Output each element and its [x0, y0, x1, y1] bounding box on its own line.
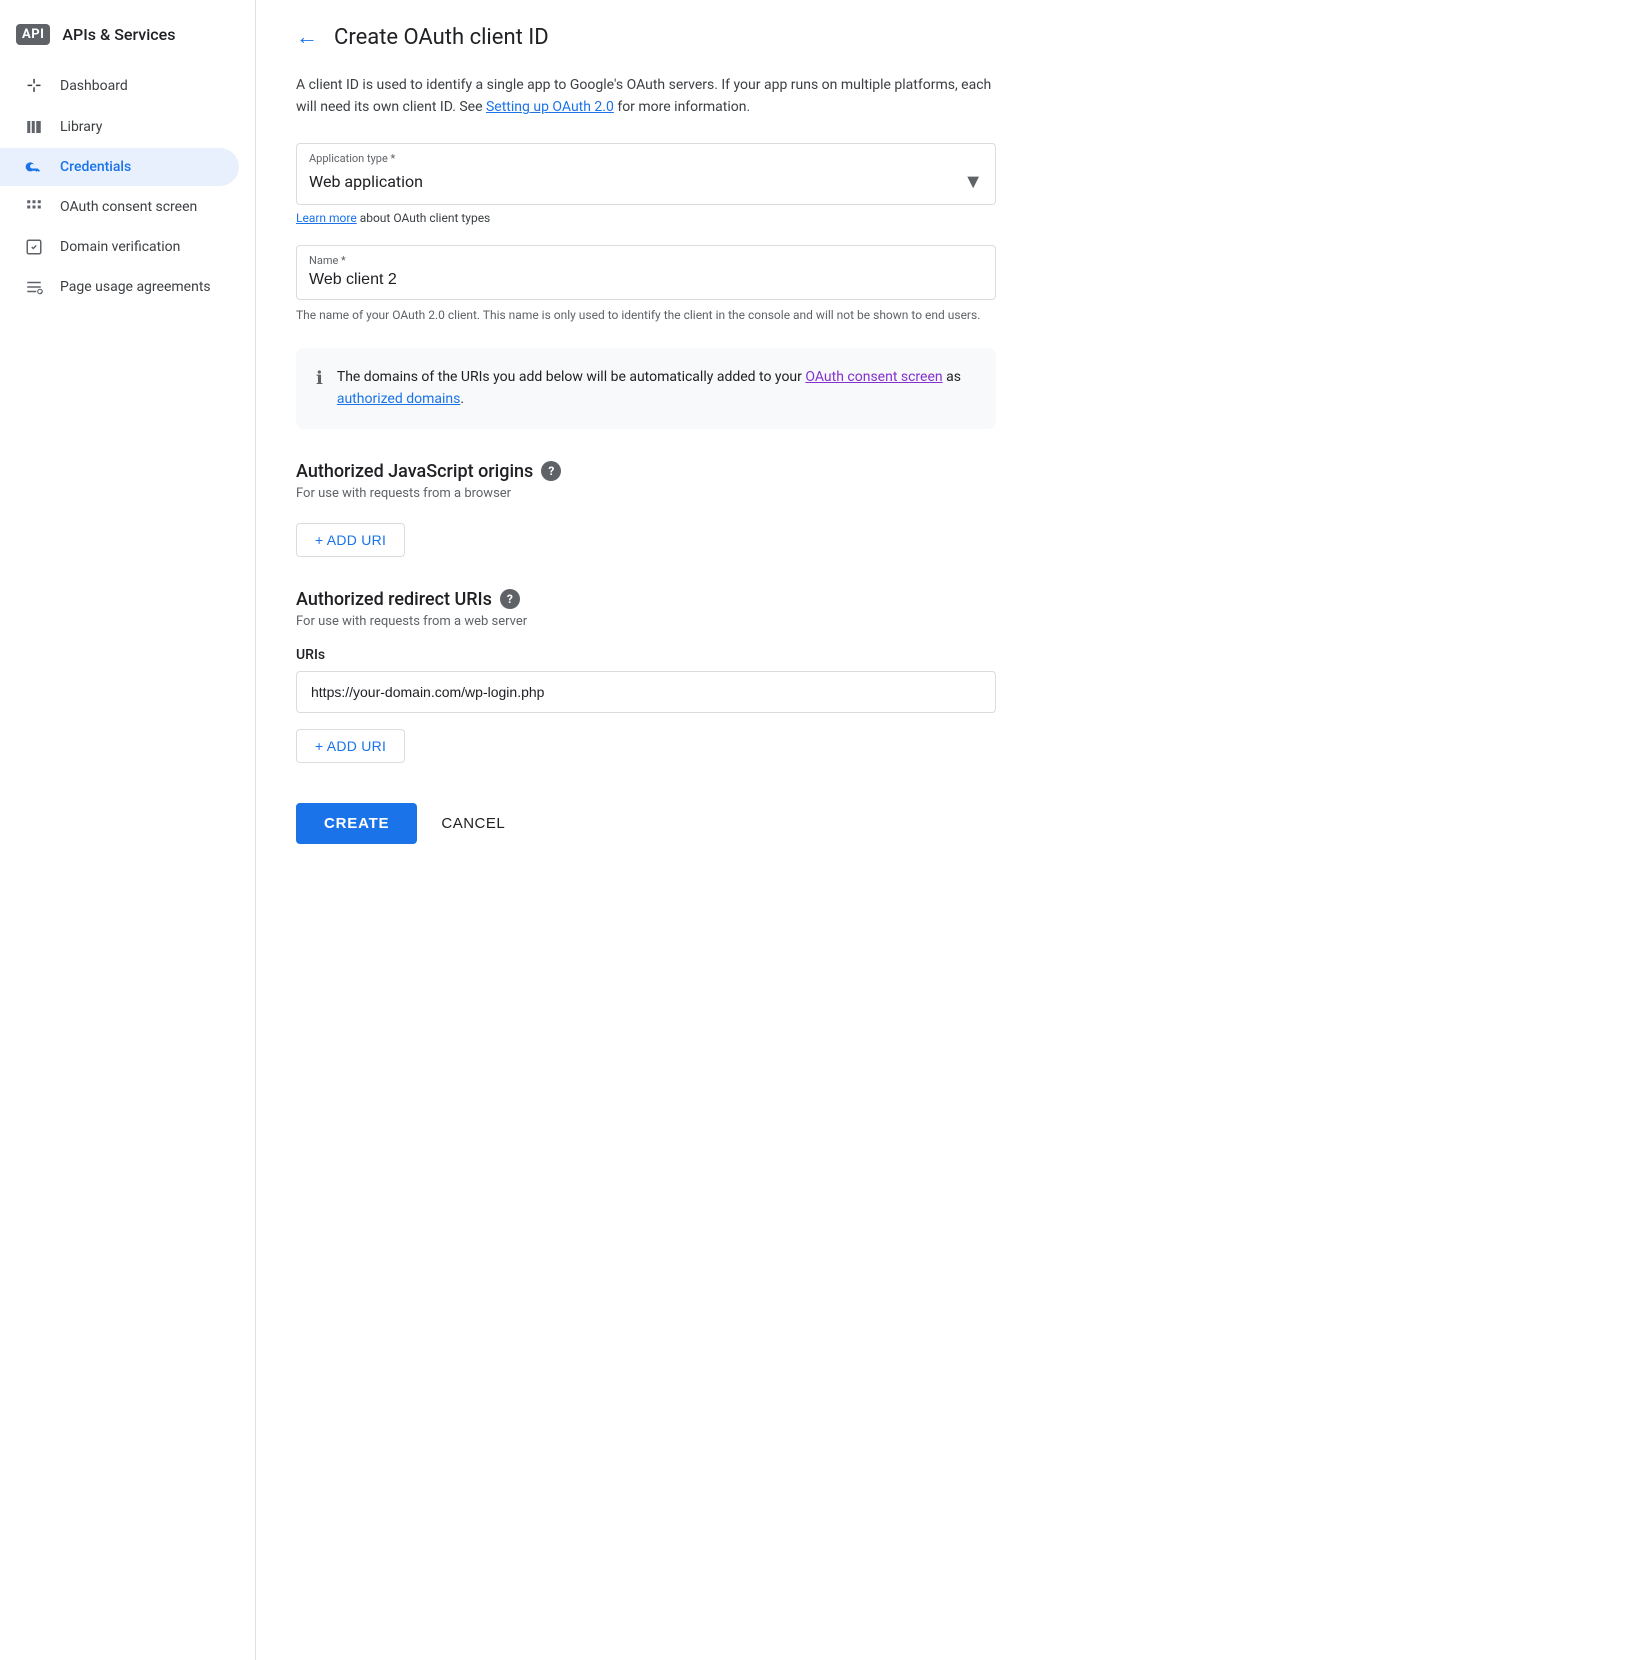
sidebar-item-oauth[interactable]: OAuth consent screen	[0, 188, 239, 226]
sidebar-item-domain[interactable]: Domain verification	[0, 228, 239, 266]
consent-screen-link[interactable]: OAuth consent screen	[805, 369, 942, 385]
page-usage-icon	[24, 278, 44, 296]
redirect-uris-desc: For use with requests from a web server	[296, 614, 996, 629]
redirect-uris-section: Authorized redirect URIs ? For use with …	[296, 589, 996, 763]
app-type-field: Application type * Web application ▼	[296, 143, 996, 205]
sidebar-nav: ⊹ Dashboard Library Credentials OAuth co…	[0, 65, 255, 306]
learn-more-text: Learn more about OAuth client types	[296, 211, 996, 225]
name-label: Name *	[309, 254, 983, 267]
sidebar-item-label: Credentials	[60, 159, 131, 175]
sidebar-title: APIs & Services	[62, 25, 175, 44]
uri-input[interactable]	[296, 671, 996, 713]
description: A client ID is used to identify a single…	[296, 74, 996, 119]
app-type-label: Application type *	[309, 152, 983, 165]
js-origins-title-row: Authorized JavaScript origins ?	[296, 461, 996, 482]
bottom-actions: CREATE CANCEL	[296, 803, 996, 884]
credentials-icon	[24, 158, 44, 176]
info-icon: ℹ	[316, 368, 323, 389]
redirect-uris-title: Authorized redirect URIs	[296, 589, 492, 610]
main-content: ← Create OAuth client ID A client ID is …	[256, 0, 1632, 1660]
info-box: ℹ The domains of the URIs you add below …	[296, 348, 996, 429]
js-origins-title: Authorized JavaScript origins	[296, 461, 533, 482]
info-text-before: The domains of the URIs you add below wi…	[337, 369, 806, 385]
api-logo: API	[16, 24, 50, 45]
page-title: Create OAuth client ID	[334, 25, 549, 50]
name-field: Name *	[296, 245, 996, 300]
sidebar: API APIs & Services ⊹ Dashboard Library …	[0, 0, 256, 1660]
learn-more-link[interactable]: Learn more	[296, 211, 357, 225]
app-type-value: Web application	[309, 172, 423, 191]
oauth-setup-link[interactable]: Setting up OAuth 2.0	[486, 99, 614, 115]
library-icon	[24, 118, 44, 136]
create-button[interactable]: CREATE	[296, 803, 417, 844]
redirect-uris-add-uri-button[interactable]: + ADD URI	[296, 729, 405, 763]
sidebar-item-library[interactable]: Library	[0, 108, 239, 146]
uris-label: URIs	[296, 647, 996, 663]
sidebar-item-label: Library	[60, 119, 102, 135]
js-origins-add-uri-button[interactable]: + ADD URI	[296, 523, 405, 557]
domain-icon	[24, 238, 44, 256]
redirect-uris-title-row: Authorized redirect URIs ?	[296, 589, 996, 610]
chevron-down-icon: ▼	[963, 169, 983, 194]
sidebar-item-label: Dashboard	[60, 78, 128, 94]
js-origins-help-icon[interactable]: ?	[541, 461, 561, 481]
redirect-uris-help-icon[interactable]: ?	[500, 589, 520, 609]
cancel-button[interactable]: CANCEL	[433, 803, 513, 844]
authorized-domains-link[interactable]: authorized domains	[337, 391, 461, 407]
back-button[interactable]: ←	[296, 24, 318, 50]
name-hint: The name of your OAuth 2.0 client. This …	[296, 306, 996, 324]
sidebar-item-label: Domain verification	[60, 239, 180, 255]
name-input[interactable]	[309, 271, 983, 289]
sidebar-item-dashboard[interactable]: ⊹ Dashboard	[0, 65, 239, 106]
sidebar-item-page-usage[interactable]: Page usage agreements	[0, 268, 239, 306]
sidebar-item-label: Page usage agreements	[60, 279, 211, 295]
info-text-after: .	[460, 391, 464, 407]
description-text-after: for more information.	[614, 99, 750, 115]
app-type-select[interactable]: Web application ▼	[309, 169, 983, 194]
page-header: ← Create OAuth client ID	[296, 24, 1592, 50]
sidebar-item-label: OAuth consent screen	[60, 199, 197, 215]
info-text: The domains of the URIs you add below wi…	[337, 366, 976, 411]
info-text-middle: as	[943, 369, 961, 385]
sidebar-item-credentials[interactable]: Credentials	[0, 148, 239, 186]
learn-more-suffix: about OAuth client types	[357, 211, 491, 225]
dashboard-icon: ⊹	[24, 75, 44, 96]
oauth-icon	[24, 198, 44, 216]
js-origins-section: Authorized JavaScript origins ? For use …	[296, 461, 996, 557]
js-origins-desc: For use with requests from a browser	[296, 486, 996, 501]
sidebar-header: API APIs & Services	[0, 16, 255, 65]
form-section: Application type * Web application ▼ Lea…	[296, 143, 996, 884]
